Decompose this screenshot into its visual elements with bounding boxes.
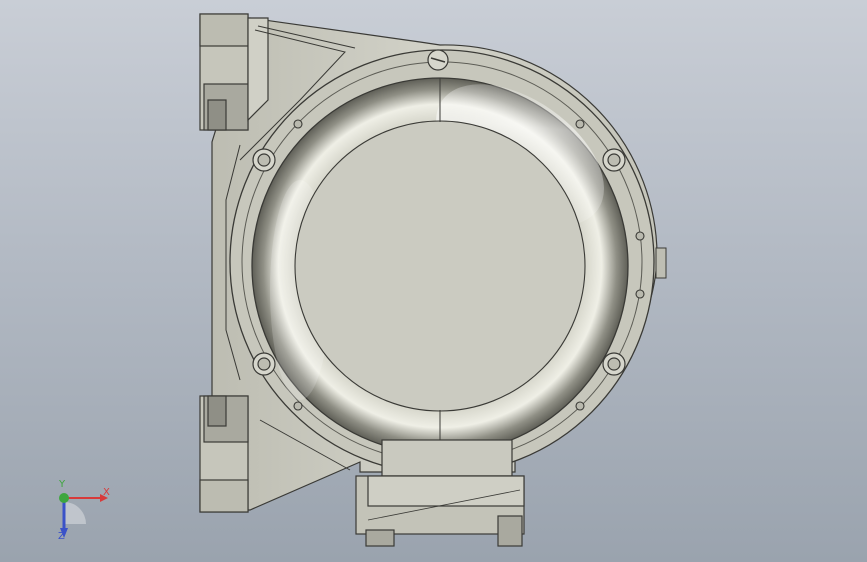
y-axis-label: Y — [59, 479, 66, 490]
mount-block-bottom — [199, 395, 249, 513]
dome-inner-face — [294, 120, 586, 412]
motor-housing-model[interactable] — [0, 0, 867, 562]
axis-triad: X Y Z — [44, 480, 114, 550]
x-axis-label: X — [103, 487, 110, 498]
graphics-viewport[interactable]: X Y Z — [0, 0, 867, 562]
top-screw — [427, 49, 449, 71]
side-connector — [655, 247, 667, 279]
z-axis-label: Z — [58, 531, 65, 542]
